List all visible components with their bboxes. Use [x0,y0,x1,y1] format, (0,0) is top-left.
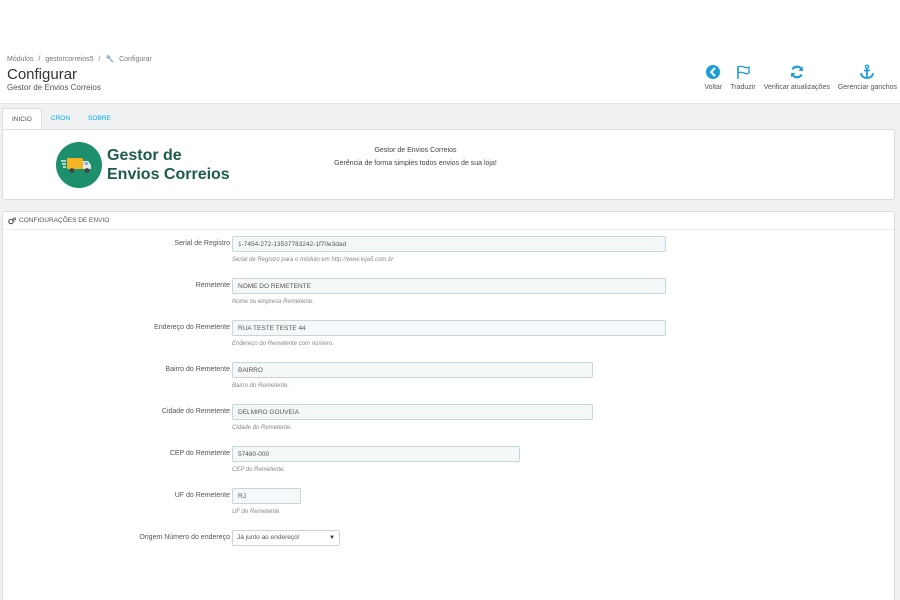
tab-bar: INICIO CRON SOBRE [2,108,120,130]
manage-hooks-label: Gerenciar ganchos [837,84,897,91]
cep-label: CEP do Remetente [169,450,230,457]
truck-logo-circle [56,142,102,188]
shipping-settings-panel: CONFIGURAÇÕES DE ENVIO Serial de Registr… [2,211,895,600]
page-subtitle: Gestor de Envios Correios [7,83,101,92]
manage-hooks-button[interactable]: Gerenciar ganchos [838,64,897,91]
module-logo: Gestor de Envios Correios [56,140,236,190]
toolbar: Voltar Traduzir Verificar atualizações G… [696,64,897,91]
breadcrumb: Módulos / gestorcorreios5 / 🔧 Configurar [7,55,155,63]
check-updates-label: Verificar atualizações [763,84,830,91]
breadcrumb-separator: / [38,56,41,63]
city-label: Cidade do Remetente [161,408,230,415]
truck-icon [61,158,91,173]
breadcrumb-modules[interactable]: Módulos [7,56,33,63]
flag-icon [737,65,750,79]
logo-line2: Envios Correios [107,166,230,183]
page-header: Módulos / gestorcorreios5 / 🔧 Configurar… [0,46,900,104]
serial-help: Serial de Registro para o módulo em http… [232,257,394,263]
breadcrumb-module[interactable]: gestorcorreios5 [45,56,93,63]
number-origin-select[interactable]: Já junto ao endereço! ▼ [232,530,340,546]
uf-input[interactable] [232,488,301,504]
description-text: Gerência de forma simples todos envios d… [334,160,497,167]
caret-down-icon: ▼ [329,535,335,541]
address-label: Endereço do Remetente [154,324,230,331]
translate-button[interactable]: Traduzir [730,64,756,91]
logo-wordmark: Gestor de Envios Correios [107,146,230,184]
sender-input[interactable] [232,278,666,294]
sender-label: Remetente [195,282,230,289]
address-input[interactable] [232,320,666,336]
wrench-icon: 🔧 [105,56,115,63]
district-help: Bairro do Remetente. [232,383,290,389]
back-button[interactable]: Voltar [704,64,722,91]
district-input[interactable] [232,362,593,378]
description-heading: Gestor de Envios Correios [374,147,457,154]
breadcrumb-separator: / [98,56,101,63]
tab-inicio[interactable]: INICIO [2,108,42,130]
address-help: Endereço do Remetente com número. [232,341,334,347]
top-blank-strip [0,0,900,46]
district-label: Bairro do Remetente [165,366,230,373]
cep-help: CEP do Remetente. [232,467,286,473]
serial-label: Serial de Registro [174,240,230,247]
panel-heading: CONFIGURAÇÕES DE ENVIO [3,212,894,230]
breadcrumb-current: Configurar [119,56,152,63]
module-description: Gestor de Envios Correios Gerência de fo… [303,144,528,170]
number-origin-label: Origem Número do endereço [139,534,230,541]
back-icon [706,65,721,79]
uf-label: UF do Remetente [174,492,230,499]
cep-input[interactable] [232,446,520,462]
city-input[interactable] [232,404,593,420]
intro-panel: Gestor de Envios Correios Gestor de Envi… [2,129,895,200]
translate-label: Traduzir [730,84,756,91]
back-label: Voltar [704,84,723,91]
page-title: Configurar [7,66,78,83]
refresh-icon [790,65,803,79]
anchor-icon [860,64,875,79]
uf-help: UF do Remetente. [232,509,281,515]
city-help: Cidade do Remetente. [232,425,293,431]
tab-cron[interactable]: CRON [42,108,79,130]
logo-line1: Gestor de [107,147,182,164]
sender-help: Nome ou empresa Remetente. [232,299,315,305]
check-updates-button[interactable]: Verificar atualizações [764,64,830,91]
number-origin-value: Já junto ao endereço! [237,534,300,541]
main-content: INICIO CRON SOBRE Gestor de Envios Corre… [0,104,900,600]
panel-title: CONFIGURAÇÕES DE ENVIO [19,216,110,224]
cogs-icon [8,216,16,224]
tab-sobre[interactable]: SOBRE [79,108,120,130]
serial-input[interactable] [232,236,666,252]
